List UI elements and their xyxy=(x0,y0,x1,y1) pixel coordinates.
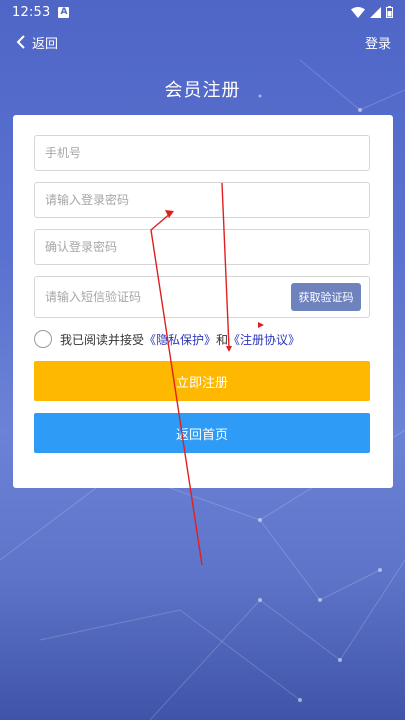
status-left: 12:53 A xyxy=(12,4,70,20)
register-button[interactable]: 立即注册 xyxy=(34,361,370,401)
wifi-icon xyxy=(351,6,365,18)
back-button[interactable]: 返回 xyxy=(16,33,58,52)
get-sms-code-button[interactable]: 获取验证码 xyxy=(291,283,361,311)
battery-icon xyxy=(386,6,393,18)
register-form-card: 获取验证码 我已阅读并接受 《隐私保护》 和 《注册协议》 立即注册 返回首页 xyxy=(13,115,393,488)
confirm-password-field[interactable] xyxy=(34,229,370,265)
password-field[interactable] xyxy=(34,182,370,218)
back-label: 返回 xyxy=(32,36,59,52)
login-link[interactable]: 登录 xyxy=(365,33,391,52)
sms-code-input[interactable] xyxy=(45,277,291,317)
confirm-password-input[interactable] xyxy=(45,230,359,264)
agreement-row: 我已阅读并接受 《隐私保护》 和 《注册协议》 xyxy=(34,329,300,349)
status-right xyxy=(351,6,393,18)
status-bar: 12:53 A xyxy=(0,0,405,24)
agree-checkbox[interactable] xyxy=(34,330,52,348)
status-time: 12:53 xyxy=(12,4,51,20)
agree-text: 我已阅读并接受 xyxy=(60,332,145,347)
and-text: 和 xyxy=(216,332,229,347)
privacy-policy-link[interactable]: 《隐私保护》 xyxy=(144,331,216,348)
return-home-button[interactable]: 返回首页 xyxy=(34,413,370,453)
password-input[interactable] xyxy=(45,183,359,217)
signal-icon xyxy=(370,6,381,18)
phone-field[interactable] xyxy=(34,135,370,171)
chevron-left-icon xyxy=(16,35,25,49)
registration-agreement-link[interactable]: 《注册协议》 xyxy=(228,331,300,348)
sms-code-field[interactable]: 获取验证码 xyxy=(34,276,370,318)
page-title: 会员注册 xyxy=(164,80,241,101)
phone-input[interactable] xyxy=(45,136,359,170)
nav-bar: 返回 登录 xyxy=(0,28,405,56)
notification-icon: A xyxy=(58,6,70,18)
